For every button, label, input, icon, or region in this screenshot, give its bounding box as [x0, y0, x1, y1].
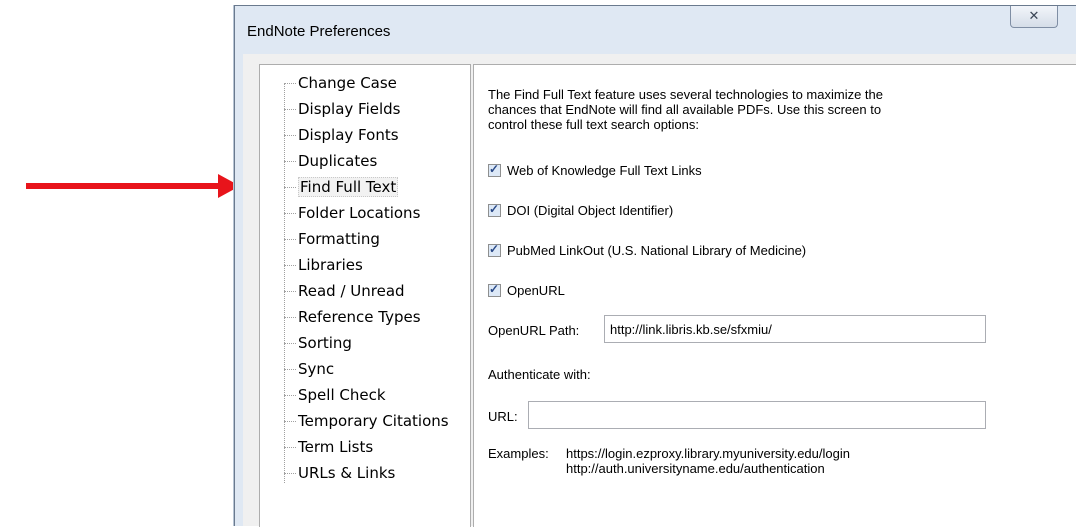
tree-branch: [284, 212, 296, 214]
tree-item-label: URLs & Links: [298, 464, 396, 482]
tree-item-label: Display Fields: [298, 100, 401, 118]
examples-label: Examples:: [488, 446, 549, 461]
tree-item-label: Reference Types: [298, 308, 421, 326]
tree-item-term-lists[interactable]: Term Lists: [284, 436, 373, 458]
find-full-text-panel: The Find Full Text feature uses several …: [473, 64, 1076, 527]
dialog-client-area: Change Case Display Fields Display Fonts…: [243, 54, 1076, 527]
tree-branch: [284, 290, 296, 292]
tree-item-label: Temporary Citations: [298, 412, 449, 430]
preferences-dialog: EndNote Preferences ✕ Change Case Displa…: [234, 5, 1076, 527]
checkbox-checked[interactable]: ✓: [488, 162, 501, 177]
feature-description: The Find Full Text feature uses several …: [488, 87, 988, 132]
example-url: http://auth.universityname.edu/authentic…: [566, 461, 825, 476]
tree-branch: [284, 394, 296, 396]
tree-item-find-full-text[interactable]: Find Full Text: [284, 176, 399, 198]
url-input[interactable]: [528, 401, 986, 429]
example-url: https://login.ezproxy.library.myuniversi…: [566, 446, 850, 461]
checkbox-checked[interactable]: ✓: [488, 242, 501, 257]
check-icon: ✓: [489, 282, 500, 296]
checkbox-checked[interactable]: ✓: [488, 282, 501, 297]
openurl-path-input[interactable]: http://link.libris.kb.se/sfxmiu/: [604, 315, 986, 343]
tree-branch: [284, 160, 296, 162]
tree-item-display-fields[interactable]: Display Fields: [284, 98, 401, 120]
tree-item-label: Sorting: [298, 334, 352, 352]
tree-branch: [284, 342, 296, 344]
option-label: PubMed LinkOut (U.S. National Library of…: [507, 243, 807, 258]
option-label: OpenURL: [507, 283, 565, 298]
tree-item-label: Libraries: [298, 256, 363, 274]
tree-item-display-fonts[interactable]: Display Fonts: [284, 124, 399, 146]
tree-item-label: Change Case: [298, 74, 397, 92]
tree-item-label: Find Full Text: [298, 177, 399, 197]
tree-item-sync[interactable]: Sync: [284, 358, 334, 380]
tree-item-label: Display Fonts: [298, 126, 399, 144]
tree-item-urls-links[interactable]: URLs & Links: [284, 462, 395, 484]
tree-item-label: Term Lists: [298, 438, 374, 456]
preferences-tree: Change Case Display Fields Display Fonts…: [259, 64, 471, 527]
tree-branch: [284, 186, 296, 188]
tree-item-label: Read / Unread: [298, 282, 405, 300]
description-line: The Find Full Text feature uses several …: [488, 87, 884, 102]
tree-item-duplicates[interactable]: Duplicates: [284, 150, 377, 172]
tree-item-libraries[interactable]: Libraries: [284, 254, 363, 276]
tree-item-spell-check[interactable]: Spell Check: [284, 384, 386, 406]
annotation-arrow-shaft: [26, 183, 222, 189]
tree-branch: [284, 420, 296, 422]
option-label: Web of Knowledge Full Text Links: [507, 163, 702, 178]
tree-branch: [284, 316, 296, 318]
url-label: URL:: [488, 409, 518, 424]
tree-branch: [284, 134, 296, 136]
check-icon: ✓: [489, 202, 500, 216]
tree-branch: [284, 472, 296, 474]
option-openurl[interactable]: ✓ OpenURL: [488, 282, 565, 298]
description-line: control these full text search options:: [488, 117, 700, 132]
close-icon: ✕: [1028, 9, 1040, 24]
tree-branch: [284, 446, 296, 448]
tree-branch: [284, 264, 296, 266]
tree-item-formatting[interactable]: Formatting: [284, 228, 380, 250]
tree-branch: [284, 368, 296, 370]
tree-item-label: Spell Check: [298, 386, 386, 404]
tree-item-label: Folder Locations: [298, 204, 421, 222]
tree-item-change-case[interactable]: Change Case: [284, 72, 397, 94]
tree-branch: [284, 108, 296, 110]
check-icon: ✓: [489, 162, 500, 176]
tree-item-read-unread[interactable]: Read / Unread: [284, 280, 405, 302]
option-label: DOI (Digital Object Identifier): [507, 203, 674, 218]
option-doi[interactable]: ✓ DOI (Digital Object Identifier): [488, 202, 674, 218]
title-bar[interactable]: EndNote Preferences ✕: [235, 6, 1076, 54]
check-icon: ✓: [489, 242, 500, 256]
tree-item-temporary-citations[interactable]: Temporary Citations: [284, 410, 449, 432]
openurl-path-label: OpenURL Path:: [488, 323, 580, 338]
tree-item-label: Formatting: [298, 230, 380, 248]
tree-branch: [284, 82, 296, 84]
tree-item-label: Sync: [298, 360, 335, 378]
option-web-of-knowledge[interactable]: ✓ Web of Knowledge Full Text Links: [488, 162, 702, 178]
tree-item-folder-locations[interactable]: Folder Locations: [284, 202, 420, 224]
tree-item-label: Duplicates: [298, 152, 378, 170]
window-title: EndNote Preferences: [247, 23, 391, 40]
authenticate-with-label: Authenticate with:: [488, 367, 591, 382]
tree-item-sorting[interactable]: Sorting: [284, 332, 352, 354]
tree-branch: [284, 238, 296, 240]
tree-item-reference-types[interactable]: Reference Types: [284, 306, 421, 328]
close-button[interactable]: ✕: [1010, 6, 1058, 28]
description-line: chances that EndNote will find all avail…: [488, 102, 882, 117]
option-pubmed-linkout[interactable]: ✓ PubMed LinkOut (U.S. National Library …: [488, 242, 807, 258]
checkbox-checked[interactable]: ✓: [488, 202, 501, 217]
